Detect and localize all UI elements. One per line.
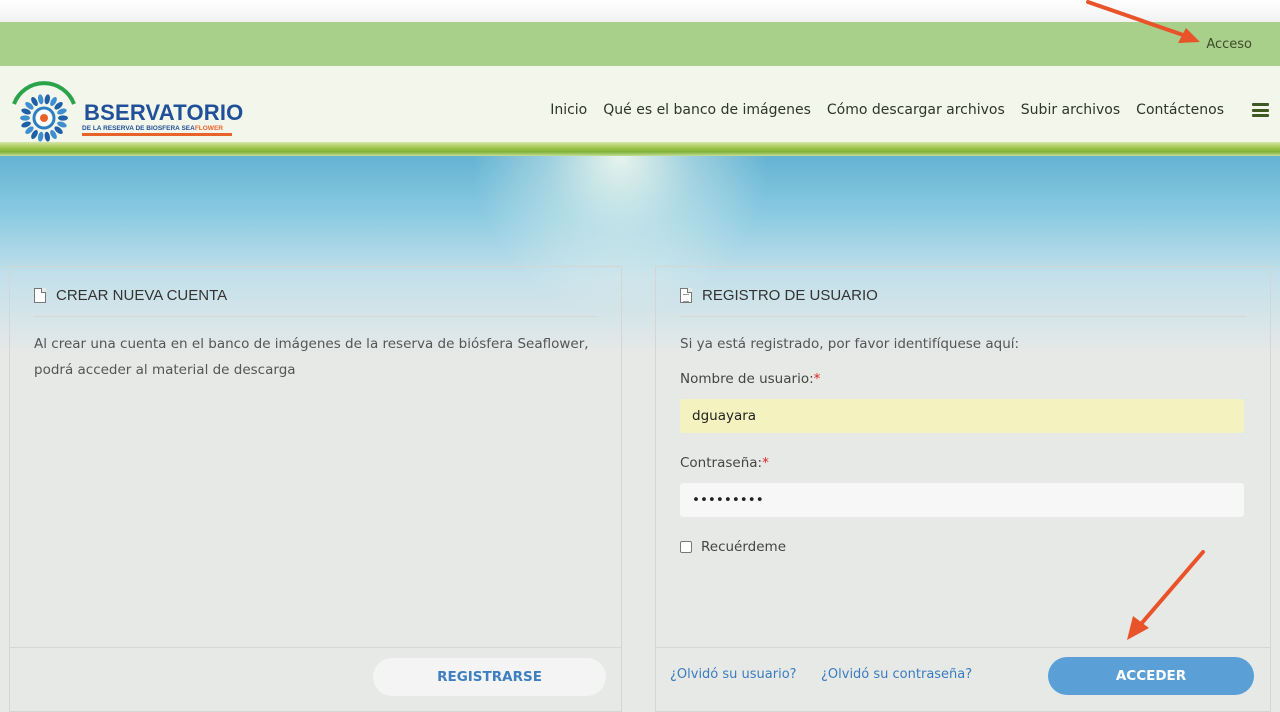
login-title: REGISTRO DE USUARIO <box>702 287 878 304</box>
nav-item-que-es[interactable]: Qué es el banco de imágenes <box>603 102 811 118</box>
logo-ray <box>44 94 51 105</box>
required-mark: * <box>762 455 769 471</box>
forgot-password-link[interactable]: ¿Olvidó su contraseña? <box>821 667 972 682</box>
username-input[interactable] <box>680 399 1244 433</box>
forgot-username-link[interactable]: ¿Olvidó su usuario? <box>670 667 797 682</box>
remember-checkbox[interactable] <box>680 541 692 553</box>
password-input[interactable] <box>680 483 1244 517</box>
login-panel: REGISTRO DE USUARIO Si ya está registrad… <box>655 266 1271 712</box>
document-text-icon <box>680 288 692 303</box>
password-label: Contraseña:* <box>680 455 769 471</box>
login-header: REGISTRO DE USUARIO <box>680 287 1246 317</box>
logo-title: BSERVATORIO <box>84 100 244 125</box>
access-bar: Acceso <box>0 22 1280 66</box>
access-link[interactable]: Acceso <box>1206 37 1252 52</box>
menu-icon[interactable] <box>1252 103 1269 117</box>
logo-ray <box>44 131 51 142</box>
main-nav: Inicio Qué es el banco de imágenes Cómo … <box>550 102 1224 118</box>
required-mark: * <box>813 371 821 387</box>
logo-subtitle: DE LA RESERVA DE BIOSFERA SEAFLOWER <box>82 125 232 136</box>
create-account-panel: CREAR NUEVA CUENTA Al crear una cuenta e… <box>9 266 622 712</box>
login-button[interactable]: ACCEDER <box>1048 657 1254 695</box>
logo-ray <box>58 115 68 121</box>
nav-item-contactenos[interactable]: Contáctenos <box>1136 102 1224 118</box>
create-account-title: CREAR NUEVA CUENTA <box>56 287 228 304</box>
document-icon <box>34 288 46 303</box>
logo-ray <box>37 131 44 142</box>
register-button[interactable]: REGISTRARSE <box>373 658 606 696</box>
create-account-description: Al crear una cuenta en el banco de imáge… <box>34 336 589 378</box>
logo-sunburst-icon <box>12 81 76 142</box>
username-label: Nombre de usuario:* <box>680 371 821 387</box>
remember-label: Recuérdeme <box>701 539 787 555</box>
login-intro: Si ya está registrado, por favor identif… <box>680 336 1020 352</box>
panel-divider <box>656 647 1270 648</box>
panel-divider <box>10 647 621 648</box>
site-logo[interactable]: BSERVATORIO DE LA RESERVA DE BIOSFERA SE… <box>8 74 243 148</box>
create-account-header: CREAR NUEVA CUENTA <box>34 287 597 317</box>
nav-item-como-descargar[interactable]: Cómo descargar archivos <box>827 102 1005 118</box>
remember-me-option[interactable]: Recuérdeme <box>680 539 786 555</box>
nav-item-inicio[interactable]: Inicio <box>550 102 587 118</box>
nav-item-subir-archivos[interactable]: Subir archivos <box>1021 102 1120 118</box>
top-shadow-strip <box>0 0 1280 22</box>
logo-ray <box>20 115 30 121</box>
logo-ray <box>37 94 44 105</box>
